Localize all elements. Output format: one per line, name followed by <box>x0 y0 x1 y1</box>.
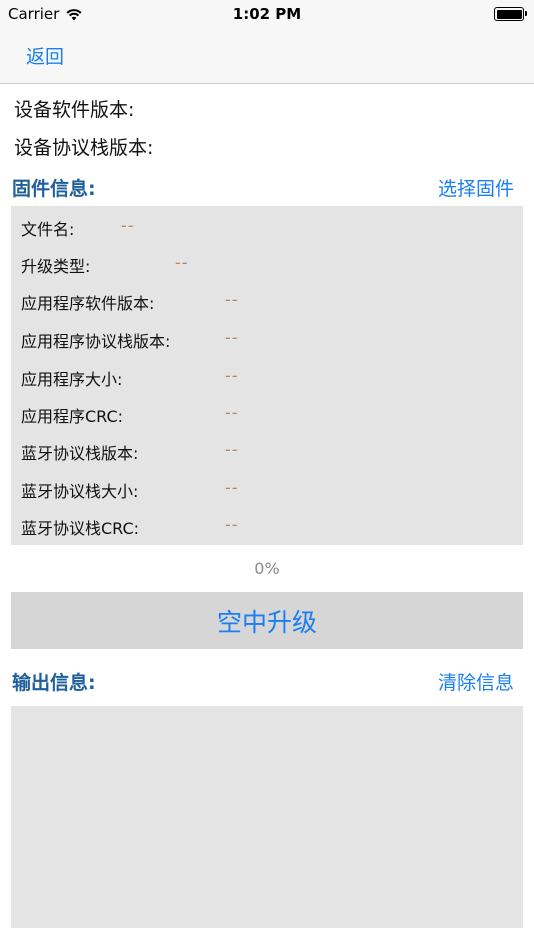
firmware-row-label: 蓝牙协议栈大小: <box>21 482 139 501</box>
firmware-row-value: -- <box>225 403 239 422</box>
clear-output-button[interactable]: 清除信息 <box>438 668 514 695</box>
firmware-row-value: -- <box>225 290 239 309</box>
firmware-row-label: 蓝牙协议栈CRC: <box>21 519 140 538</box>
firmware-row-value: -- <box>225 440 239 459</box>
progress-percentage: 0% <box>254 559 280 578</box>
status-time: 1:02 PM <box>232 5 302 23</box>
firmware-row-value: -- <box>121 216 135 235</box>
firmware-row-value: -- <box>225 366 239 385</box>
status-bar: Carrier 1:02 PM <box>0 0 534 28</box>
firmware-row-value: -- <box>225 478 239 497</box>
battery-icon <box>494 7 527 21</box>
navigation-bar: 返回 <box>0 28 534 84</box>
device-stack-version: 设备协议栈版本: <box>14 137 154 159</box>
firmware-row-value: -- <box>225 515 239 534</box>
firmware-section-title: 固件信息: <box>12 178 96 200</box>
firmware-row-label: 应用程序大小: <box>21 370 123 389</box>
firmware-row-label: 升级类型: <box>21 257 91 276</box>
firmware-row-value: -- <box>225 328 239 347</box>
back-button[interactable]: 返回 <box>26 42 64 69</box>
firmware-info-panel: 文件名: -- 升级类型: -- 应用程序软件版本: -- 应用程序协议栈版本:… <box>11 206 523 545</box>
firmware-row-label: 应用程序软件版本: <box>21 294 155 313</box>
firmware-row-value: -- <box>175 253 189 272</box>
firmware-row-label: 应用程序CRC: <box>21 407 124 426</box>
ota-upgrade-button[interactable]: 空中升级 <box>11 592 523 649</box>
output-section-title: 输出信息: <box>12 672 96 694</box>
select-firmware-button[interactable]: 选择固件 <box>438 174 514 201</box>
output-log-panel[interactable] <box>11 706 523 928</box>
firmware-row-label: 文件名: <box>21 220 75 239</box>
firmware-row-label: 应用程序协议栈版本: <box>21 332 171 351</box>
device-software-version: 设备软件版本: <box>14 99 135 121</box>
firmware-row-label: 蓝牙协议栈版本: <box>21 444 139 463</box>
